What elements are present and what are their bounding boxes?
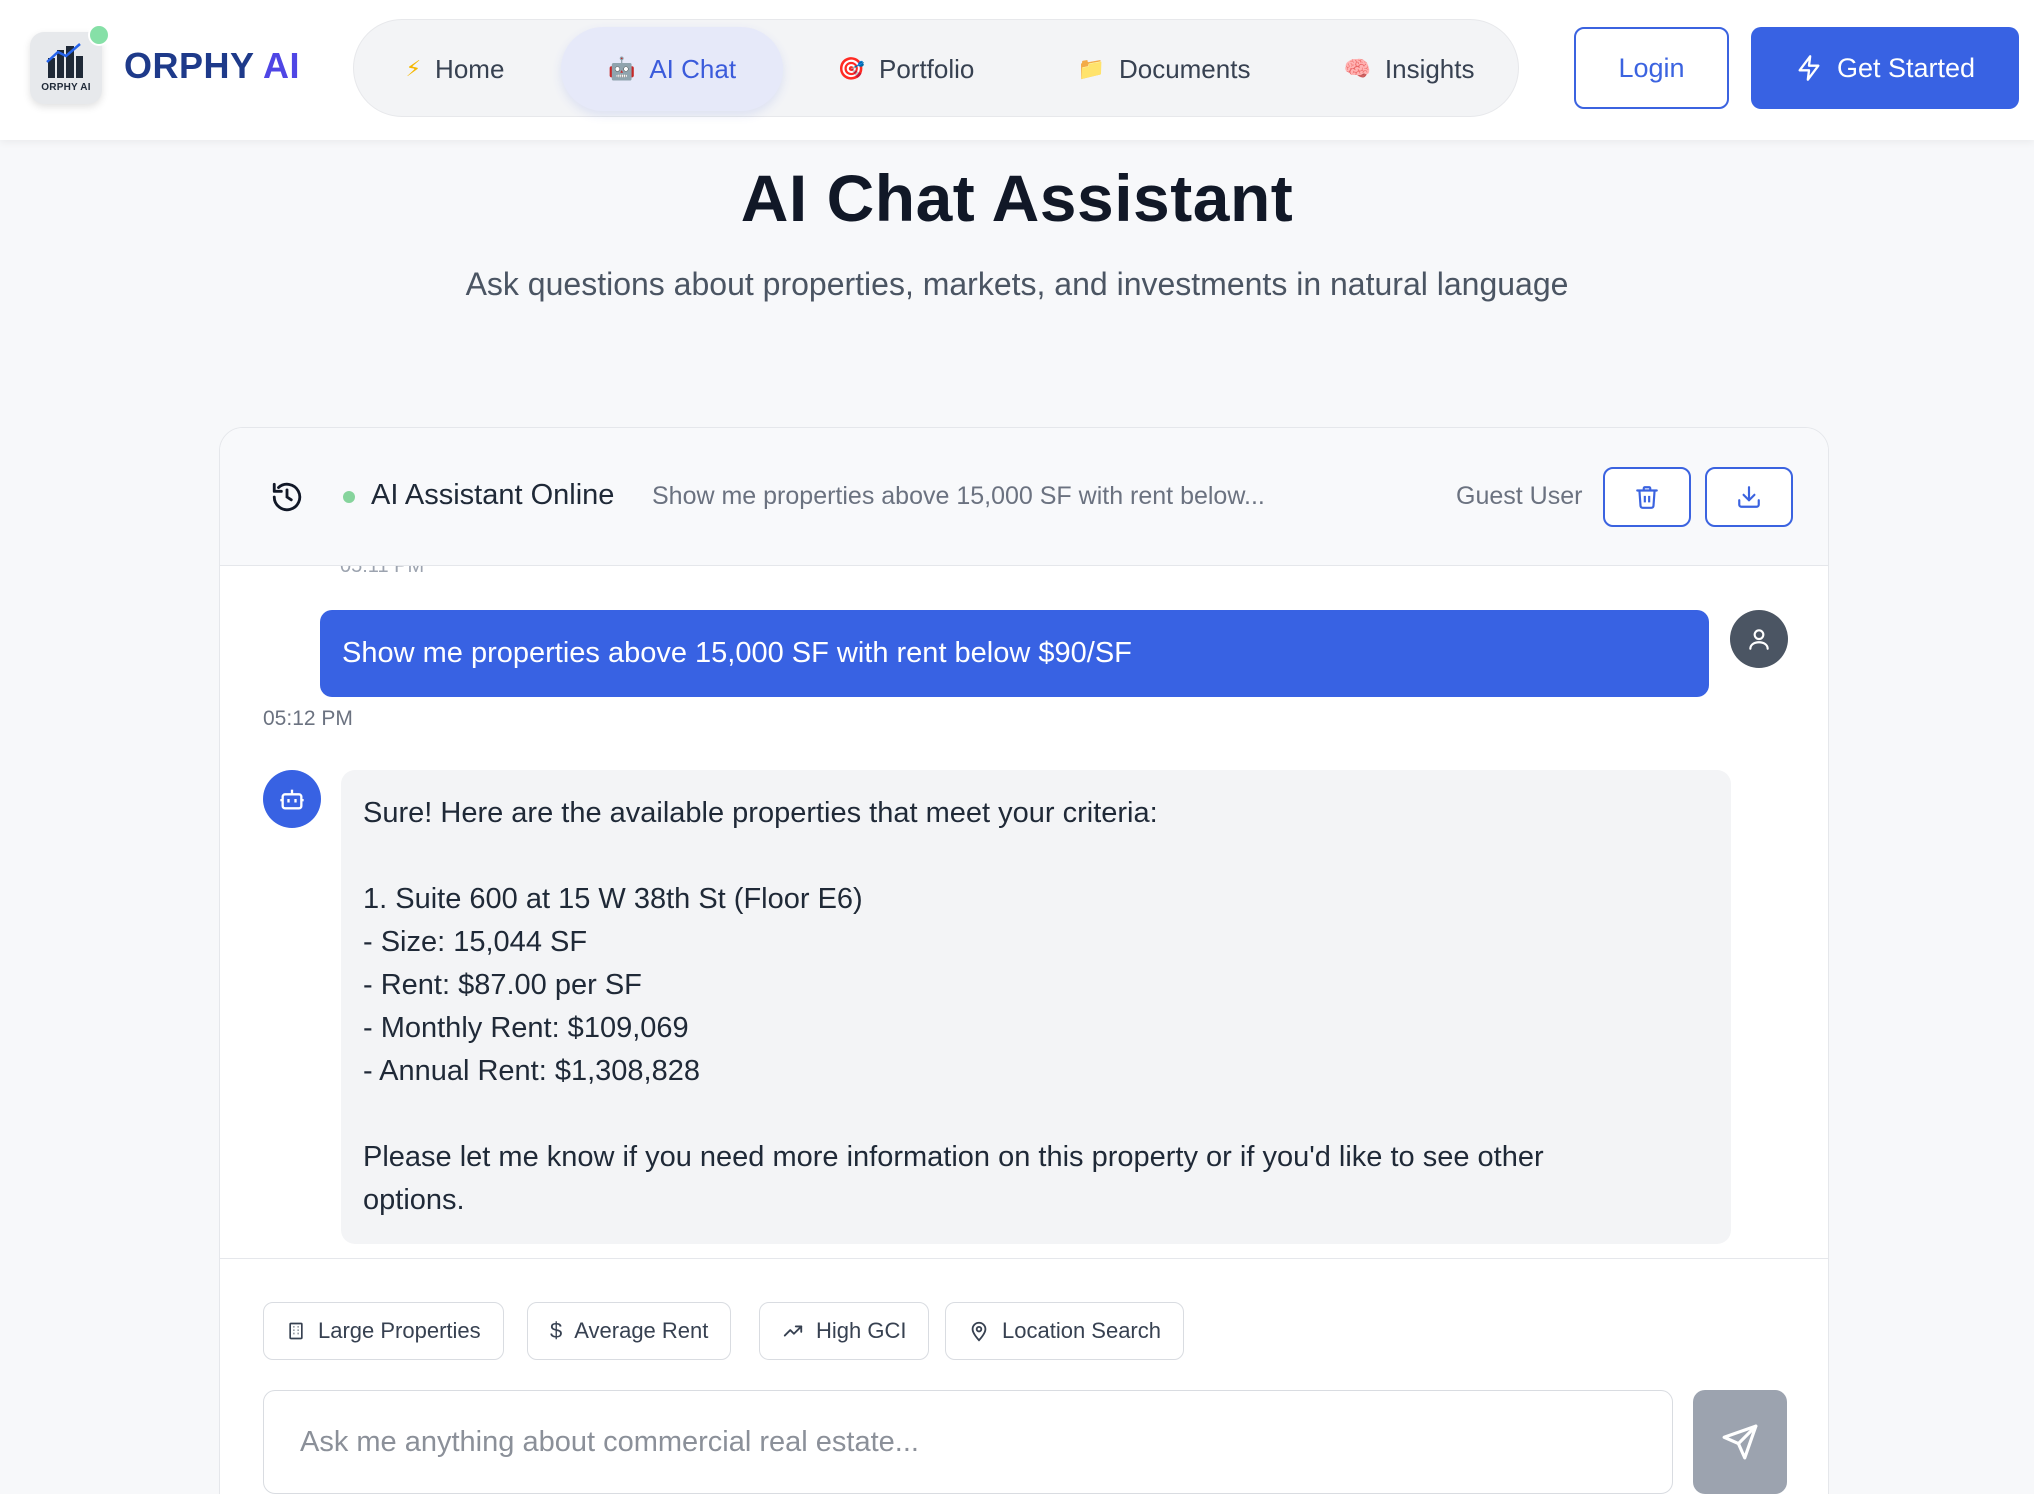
chat-input[interactable] <box>263 1390 1673 1494</box>
status-dot <box>88 24 110 46</box>
target-icon: 🎯 <box>837 56 865 81</box>
user-message: Show me properties above 15,000 SF with … <box>320 610 1709 697</box>
nav-portfolio[interactable]: 🎯 Portfolio <box>806 27 1006 111</box>
main-nav: ⚡ Home 🤖 AI Chat 🎯 Portfolio 📁 Documents… <box>353 19 1519 117</box>
page-subtitle: Ask questions about properties, markets,… <box>465 266 1569 302</box>
get-started-button[interactable]: Get Started <box>1751 27 2019 109</box>
quick-action-high-gci[interactable]: High GCI <box>759 1302 930 1360</box>
assistant-line: 1. Suite 600 at 15 W 38th St (Floor E6) <box>363 883 863 915</box>
bot-icon <box>280 789 304 810</box>
quick-action-large-properties[interactable]: Large Properties <box>263 1302 504 1360</box>
user-icon <box>1749 629 1769 650</box>
logo-buildings-icon <box>46 43 83 78</box>
robot-icon: 🤖 <box>607 56 636 81</box>
send-button[interactable] <box>1693 1390 1787 1494</box>
quick-action-label: High GCI <box>816 1318 907 1343</box>
export-chat-button[interactable] <box>1705 467 1793 527</box>
brand-accent: AI <box>263 45 301 86</box>
message-time: 05:12 PM <box>263 707 353 730</box>
assistant-line: Please let me know if you need more info… <box>363 1141 1544 1173</box>
nav-insights-label: Insights <box>1384 53 1475 84</box>
assistant-line: - Monthly Rent: $109,069 <box>363 1012 689 1044</box>
send-icon <box>1722 1424 1758 1460</box>
lightning-icon: ⚡ <box>405 56 422 81</box>
assistant-line: - Size: 15,044 SF <box>363 926 588 958</box>
download-icon <box>1738 486 1760 508</box>
user-avatar <box>1730 610 1788 668</box>
nav-portfolio-label: Portfolio <box>879 53 975 84</box>
top-header: ORPHY AI ORPHY AI ⚡ Home 🤖 AI Chat 🎯 Por… <box>0 0 2034 140</box>
assistant-message: Sure! Here are the available properties … <box>341 770 1731 1244</box>
quick-action-label: Average Rent <box>574 1318 709 1343</box>
chat-input-area: Large Properties $ Average Rent High GCI… <box>220 1258 1828 1494</box>
brain-icon: 🧠 <box>1343 56 1371 81</box>
assistant-line: Sure! Here are the available properties … <box>363 797 1158 829</box>
brand-name[interactable]: ORPHY AI <box>124 45 300 87</box>
quick-action-label: Large Properties <box>318 1318 481 1343</box>
building-icon <box>289 1322 303 1340</box>
user-label: Guest User <box>1456 482 1583 510</box>
assistant-avatar <box>263 770 321 828</box>
folder-icon: 📁 <box>1077 56 1105 81</box>
clear-chat-button[interactable] <box>1603 467 1691 527</box>
get-started-label: Get Started <box>1836 52 1976 83</box>
chat-panel: AI Assistant Online Show me properties a… <box>219 427 1829 1494</box>
trash-icon <box>1636 486 1658 509</box>
nav-home[interactable]: ⚡ Home <box>371 27 539 111</box>
dollar-icon: $ <box>550 1318 563 1343</box>
previous-message-time: 05:11 PM <box>340 566 424 574</box>
nav-ai-chat[interactable]: 🤖 AI Chat <box>561 27 783 111</box>
trending-up-icon <box>783 1325 803 1337</box>
chat-header: AI Assistant Online Show me properties a… <box>220 428 1828 566</box>
logo-mini-text: ORPHY AI <box>41 82 91 93</box>
map-pin-icon <box>971 1321 987 1342</box>
online-status-dot <box>343 491 355 503</box>
assistant-status: AI Assistant Online <box>371 479 615 511</box>
quick-action-label: Location Search <box>1002 1318 1161 1343</box>
history-icon[interactable] <box>270 480 304 514</box>
nav-documents-label: Documents <box>1118 53 1251 84</box>
assistant-line: - Annual Rent: $1,308,828 <box>363 1055 700 1087</box>
login-button[interactable]: Login <box>1574 27 1729 109</box>
nav-home-label: Home <box>435 53 505 84</box>
lightning-icon <box>1798 55 1820 81</box>
quick-action-average-rent[interactable]: $ Average Rent <box>527 1302 732 1360</box>
assistant-line: - Rent: $87.00 per SF <box>363 969 642 1001</box>
assistant-line: options. <box>363 1184 465 1216</box>
page-title: AI Chat Assistant <box>740 161 1294 235</box>
quick-action-location-search[interactable]: Location Search <box>945 1302 1184 1360</box>
last-message-preview: Show me properties above 15,000 SF with … <box>652 482 1265 510</box>
brand-main: ORPHY <box>124 45 254 86</box>
nav-documents[interactable]: 📁 Documents <box>1044 27 1284 111</box>
nav-ai-chat-label: AI Chat <box>649 53 737 84</box>
nav-insights[interactable]: 🧠 Insights <box>1314 27 1504 111</box>
